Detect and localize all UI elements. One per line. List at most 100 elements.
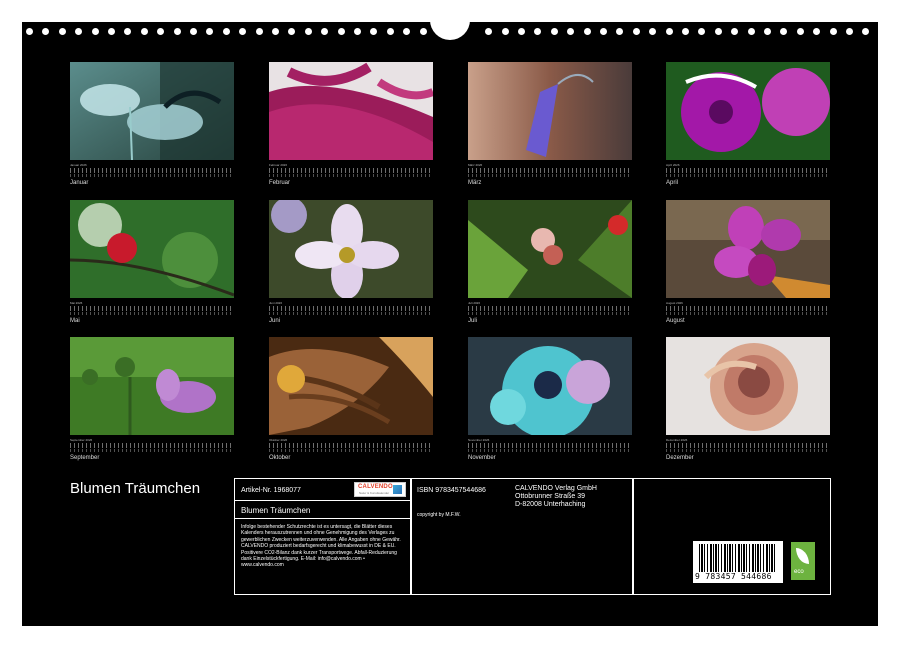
binding-hole — [649, 28, 656, 35]
month-cal-title: März 2026 — [468, 163, 632, 167]
photo-april — [666, 62, 830, 160]
month-name: Mai — [70, 318, 234, 324]
binding-hole — [813, 28, 820, 35]
publisher-city: D-82008 Unterhaching — [515, 501, 585, 508]
binding-hole — [666, 28, 673, 35]
binding-hole — [272, 28, 279, 35]
binding-hole — [354, 28, 361, 35]
artikel-number: Artikel-Nr. 1968077 — [241, 487, 301, 494]
photo-september — [70, 337, 234, 435]
binding-hole — [682, 28, 689, 35]
binding-hole — [698, 28, 705, 35]
month-januar: Januar 2026 Januar — [70, 62, 234, 186]
product-info-box: Artikel-Nr. 1968077 CALVENDO Natur & Kun… — [234, 478, 831, 595]
weekday-row — [468, 312, 632, 315]
day-row — [70, 168, 234, 173]
month-name: Oktober — [269, 455, 433, 461]
month-name: November — [468, 455, 632, 461]
month-dezember: Dezember 2026 Dezember — [666, 337, 830, 461]
weekday-row — [666, 312, 830, 315]
binding-hole — [321, 28, 328, 35]
binding-hole — [42, 28, 49, 35]
binding-hole — [420, 28, 427, 35]
month-name: Juni — [269, 318, 433, 324]
photo-mai — [70, 200, 234, 298]
month-april: April 2026 April — [666, 62, 830, 186]
binding-hole — [387, 28, 394, 35]
photo-januar — [70, 62, 234, 160]
month-august: August 2026 August — [666, 200, 830, 324]
eco-label: eco — [794, 569, 804, 575]
binding-hole — [239, 28, 246, 35]
bellflower-photo — [468, 62, 632, 160]
photo-november — [468, 337, 632, 435]
binding-hole — [600, 28, 607, 35]
day-row — [468, 306, 632, 311]
binding-hole — [830, 28, 837, 35]
binding-hole — [862, 28, 869, 35]
weekday-row — [269, 174, 433, 177]
logo-square-icon — [393, 485, 402, 494]
divider — [235, 500, 410, 501]
cosmos-photo — [269, 200, 433, 298]
spiral-binding — [22, 22, 878, 42]
binding-hole — [59, 28, 66, 35]
weekday-row — [70, 449, 234, 452]
divider — [235, 518, 410, 519]
copyright: copyright by M.F.W. — [417, 512, 461, 518]
barcode-bars — [699, 544, 777, 572]
month-cal-title: August 2026 — [666, 301, 830, 305]
blue-poppy-photo — [70, 62, 234, 160]
binding-hole — [584, 28, 591, 35]
binding-hole — [157, 28, 164, 35]
month-cal-title: Dezember 2026 — [666, 438, 830, 442]
binding-hole — [288, 28, 295, 35]
month-maerz: März 2026 März — [468, 62, 632, 186]
binding-hole — [518, 28, 525, 35]
binding-hole — [174, 28, 181, 35]
month-name: September — [70, 455, 234, 461]
binding-hole — [780, 28, 787, 35]
photo-februar — [269, 62, 433, 160]
binding-hole — [403, 28, 410, 35]
weekday-row — [468, 174, 632, 177]
day-row — [468, 443, 632, 448]
binding-hole — [370, 28, 377, 35]
logo-text: CALVENDO — [358, 484, 393, 490]
binding-hole — [190, 28, 197, 35]
month-cal-title: April 2026 — [666, 163, 830, 167]
weekday-row — [468, 449, 632, 452]
day-row — [70, 306, 234, 311]
month-september: September 2026 September — [70, 337, 234, 461]
binding-hole — [26, 28, 33, 35]
month-cal-title: Januar 2026 — [70, 163, 234, 167]
month-mai: Mai 2026 Mai — [70, 200, 234, 324]
month-november: November 2026 November — [468, 337, 632, 461]
binding-hole — [502, 28, 509, 35]
weekday-row — [666, 174, 830, 177]
day-row — [70, 443, 234, 448]
month-name: Juli — [468, 318, 632, 324]
month-cal-title: Juli 2026 — [468, 301, 632, 305]
binding-hole — [338, 28, 345, 35]
binding-hole — [108, 28, 115, 35]
month-name: Februar — [269, 180, 433, 186]
day-row — [666, 306, 830, 311]
binding-hole — [206, 28, 213, 35]
day-row — [269, 306, 433, 311]
binding-hole — [846, 28, 853, 35]
photo-august — [666, 200, 830, 298]
hanger-notch — [430, 16, 470, 40]
day-row — [269, 443, 433, 448]
binding-hole — [75, 28, 82, 35]
weekday-row — [666, 449, 830, 452]
cornflower-photo — [468, 337, 632, 435]
binding-hole — [92, 28, 99, 35]
weekday-row — [269, 312, 433, 315]
month-cal-title: November 2026 — [468, 438, 632, 442]
photo-oktober — [269, 337, 433, 435]
month-name: April — [666, 180, 830, 186]
calendar-sheet: Januar 2026 Januar Februar 2026 Februar — [22, 22, 878, 626]
photo-maerz — [468, 62, 632, 160]
binding-hole — [567, 28, 574, 35]
